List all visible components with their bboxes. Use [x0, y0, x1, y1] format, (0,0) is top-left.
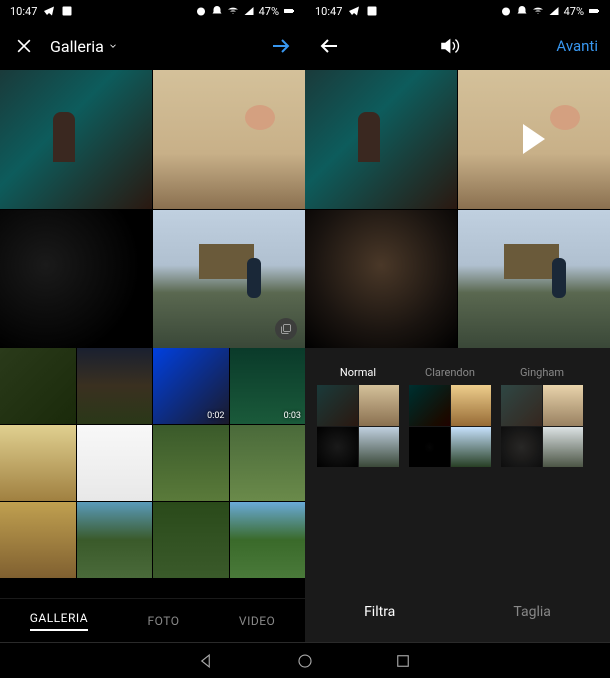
dnd-icon: [211, 5, 223, 17]
preview-cell-1[interactable]: [305, 70, 457, 209]
tab-filtra[interactable]: Filtra: [364, 604, 395, 620]
status-time: 10:47: [315, 5, 342, 18]
thumb[interactable]: [0, 348, 76, 424]
android-navbar: [0, 642, 610, 678]
preview-cell-3[interactable]: [0, 210, 152, 349]
edit-preview: [305, 70, 610, 348]
filter-normal[interactable]: Normal: [317, 366, 399, 467]
play-icon: [523, 124, 545, 154]
app-header: Galleria: [0, 22, 305, 70]
next-button[interactable]: [269, 34, 293, 58]
image-icon: [61, 5, 73, 17]
next-link[interactable]: Avanti: [556, 37, 598, 55]
source-tabs: GALLERIA FOTO VIDEO: [0, 598, 305, 642]
thumb[interactable]: [77, 348, 153, 424]
thumb[interactable]: [153, 425, 229, 501]
battery-text: 47%: [564, 5, 584, 18]
tab-taglia[interactable]: Taglia: [513, 604, 550, 620]
preview-cell-1[interactable]: [0, 70, 152, 209]
thumb[interactable]: [0, 502, 76, 578]
thumb[interactable]: [0, 425, 76, 501]
chevron-down-icon: [108, 41, 118, 51]
thumb-duration: 0:02: [207, 411, 224, 421]
thumb[interactable]: [230, 425, 306, 501]
close-button[interactable]: [12, 34, 36, 58]
signal-icon: [548, 5, 560, 17]
filter-clarendon[interactable]: Clarendon: [409, 366, 491, 467]
battery-icon: [588, 5, 600, 17]
nav-recents[interactable]: [394, 652, 412, 670]
gallery-dropdown[interactable]: Galleria: [50, 37, 118, 56]
wifi-icon: [227, 5, 239, 17]
multi-select-icon: [275, 318, 297, 340]
tab-foto[interactable]: FOTO: [148, 614, 180, 628]
filter-section: Normal Clarendon Gingham Filtra Taglia: [305, 348, 610, 642]
battery-text: 47%: [259, 5, 279, 18]
preview-cell-2[interactable]: [458, 70, 610, 209]
nav-back[interactable]: [198, 652, 216, 670]
signal-icon: [243, 5, 255, 17]
edit-tabs: Filtra Taglia: [305, 582, 610, 642]
preview-cell-2[interactable]: [153, 70, 305, 209]
tab-galleria[interactable]: GALLERIA: [30, 611, 88, 631]
battery-icon: [283, 5, 295, 17]
wifi-icon: [532, 5, 544, 17]
tab-video[interactable]: VIDEO: [239, 614, 275, 628]
back-button[interactable]: [317, 34, 341, 58]
telegram-icon: [348, 5, 360, 17]
preview-cell-4[interactable]: [458, 210, 610, 349]
alarm-icon: [500, 5, 512, 17]
thumb[interactable]: [77, 425, 153, 501]
thumb[interactable]: [153, 502, 229, 578]
sound-toggle[interactable]: [437, 34, 461, 58]
preview-cell-4[interactable]: [153, 210, 305, 349]
gallery-thumbnails: 0:02 0:03: [0, 348, 305, 598]
telegram-icon: [43, 5, 55, 17]
dnd-icon: [516, 5, 528, 17]
thumb-duration: 0:03: [284, 411, 301, 421]
selection-preview: [0, 70, 305, 348]
image-icon: [366, 5, 378, 17]
status-bar: 10:47 47%: [305, 0, 610, 22]
status-bar: 10:47 47%: [0, 0, 305, 22]
filter-editor-screen: 10:47 47% Avanti: [305, 0, 610, 642]
thumb[interactable]: 0:02: [153, 348, 229, 424]
thumb[interactable]: [230, 502, 306, 578]
app-header: Avanti: [305, 22, 610, 70]
preview-cell-3[interactable]: [305, 210, 457, 349]
gallery-picker-screen: 10:47 47% Galleria: [0, 0, 305, 642]
nav-home[interactable]: [296, 652, 314, 670]
alarm-icon: [195, 5, 207, 17]
filter-gingham[interactable]: Gingham: [501, 366, 583, 467]
thumb[interactable]: [77, 502, 153, 578]
thumb[interactable]: 0:03: [230, 348, 306, 424]
status-time: 10:47: [10, 5, 37, 18]
filter-strip[interactable]: Normal Clarendon Gingham: [305, 366, 610, 467]
